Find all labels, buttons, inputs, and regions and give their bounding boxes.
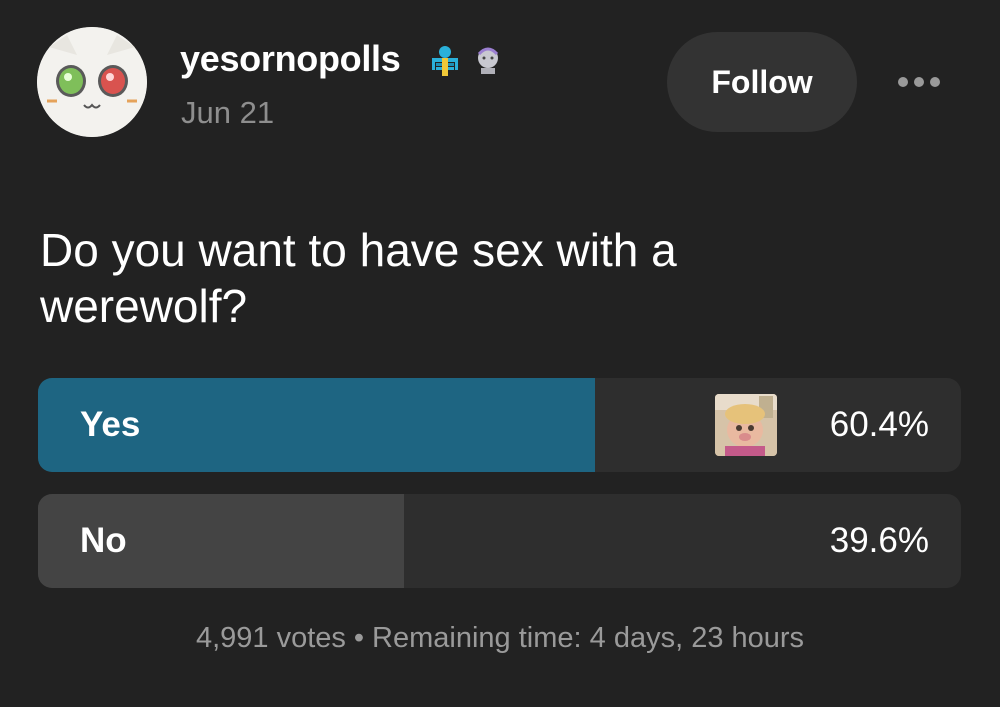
poll-option-percent: 60.4%: [829, 405, 929, 444]
username[interactable]: yesornopolls: [180, 38, 401, 80]
poll-option-no[interactable]: No 39.6%: [38, 494, 961, 588]
cat-avatar-icon: [37, 27, 147, 137]
poll-option-label: Yes: [80, 405, 141, 444]
ellipsis-dot: [930, 77, 940, 87]
statue-head-badge-icon: [471, 44, 505, 78]
poll-option-label: No: [80, 521, 127, 560]
footer-separator: •: [353, 622, 365, 654]
vote-count: 4,991 votes: [195, 622, 346, 654]
post-date: Jun 21: [181, 95, 275, 130]
voter-avatar-image: [715, 394, 777, 456]
poll-option-percent: 39.6%: [829, 521, 929, 560]
ellipsis-dot: [914, 77, 924, 87]
poll-option-yes[interactable]: Yes 60.4%: [38, 378, 961, 472]
ellipsis-icon[interactable]: [888, 62, 950, 102]
poll-footer: 4,991 votes • Remaining time: 4 days, 23 h…: [0, 622, 1000, 655]
user-avatar[interactable]: [37, 27, 147, 137]
poll-question: Do you want to have sex with a werewolf?: [40, 224, 677, 332]
remaining-time: Remaining time: 4 days, 23 hours: [372, 622, 805, 654]
poll-post: yesornopolls Jun 21 Follow Do you want t…: [0, 0, 1000, 707]
blue-skeleton-badge-icon: [428, 44, 462, 78]
follow-button[interactable]: Follow: [667, 32, 857, 132]
ellipsis-dot: [898, 77, 908, 87]
